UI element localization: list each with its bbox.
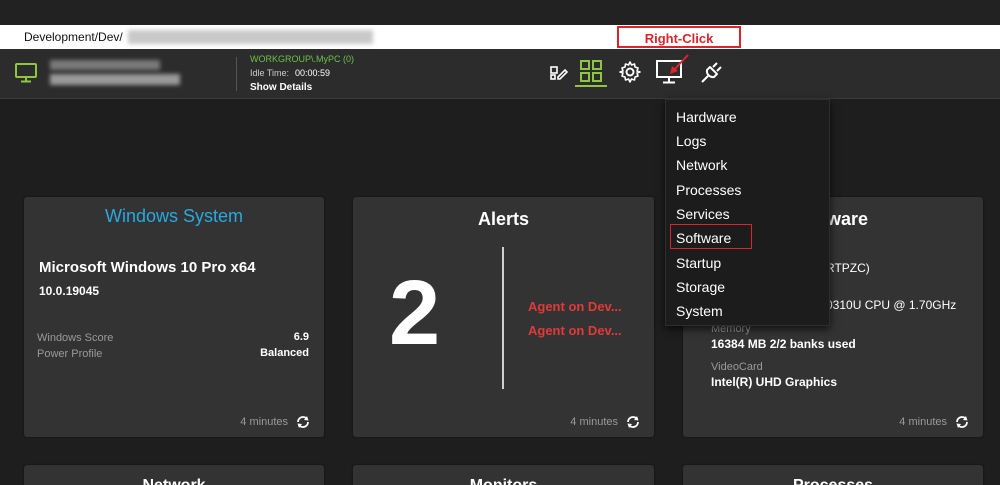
os-version: 10.0.19045 (39, 284, 100, 298)
videocard-label: VideoCard (711, 361, 763, 373)
processes-card: Processes (683, 465, 983, 485)
breadcrumb: Development/Dev/ (0, 25, 1000, 49)
hardware-cpu: 0310U CPU @ 1.70GHz (826, 298, 957, 312)
alerts-card: Alerts 2 Agent on Dev... Agent on Dev...… (353, 197, 654, 437)
alert-count: 2 (389, 262, 441, 364)
last-updated: 4 minutes (240, 416, 288, 428)
card-title: Processes (683, 477, 983, 485)
settings-button[interactable] (614, 57, 646, 87)
hardware-model: RTPZC) (826, 261, 870, 275)
breadcrumb-path: Development/Dev/ (24, 30, 123, 44)
header-divider (236, 57, 237, 91)
idle-time-value: 00:00:59 (295, 68, 331, 78)
power-profile-label: Power Profile (37, 348, 103, 360)
windows-system-card: Windows System Microsoft Windows 10 Pro … (24, 197, 324, 437)
menu-item-startup[interactable]: Startup (676, 255, 721, 271)
alert-item[interactable]: Agent on Dev... (528, 323, 622, 338)
edit-button[interactable] (543, 57, 575, 87)
card-title: Network (24, 477, 324, 485)
show-details-link[interactable]: Show Details (250, 82, 312, 93)
right-click-annotation: Right-Click (617, 26, 741, 48)
os-name: Microsoft Windows 10 Pro x64 (39, 259, 256, 276)
window-top-strip (0, 0, 1000, 25)
menu-item-logs[interactable]: Logs (676, 133, 706, 149)
menu-item-network[interactable]: Network (676, 157, 727, 173)
dashboard-grid-icon (580, 60, 602, 82)
redacted-device-name (50, 74, 180, 85)
annotation-arrow-icon (670, 54, 689, 74)
gear-icon (619, 61, 641, 83)
card-title: Monitors (353, 477, 654, 485)
edit-icon (550, 66, 569, 80)
last-updated: 4 minutes (899, 416, 947, 428)
monitors-card: Monitors (353, 465, 654, 485)
menu-item-system[interactable]: System (676, 303, 723, 319)
alert-divider (502, 247, 504, 389)
videocard-value: Intel(R) UHD Graphics (711, 375, 838, 389)
last-updated: 4 minutes (570, 416, 618, 428)
connect-button[interactable] (696, 57, 728, 87)
power-profile-value: Balanced (260, 347, 309, 359)
context-menu: Hardware Logs Network Processes Services… (665, 99, 830, 326)
menu-item-services[interactable]: Services (676, 206, 730, 222)
redacted-hostname (128, 30, 373, 44)
refresh-icon[interactable] (296, 415, 310, 429)
card-title: Alerts (477, 209, 530, 229)
refresh-icon[interactable] (626, 415, 640, 429)
refresh-icon[interactable] (955, 415, 969, 429)
menu-item-software[interactable]: Software (676, 230, 731, 246)
card-title: Windows System (104, 206, 244, 226)
memory-value: 16384 MB 2/2 banks used (711, 337, 856, 351)
menu-item-hardware[interactable]: Hardware (676, 109, 737, 125)
menu-item-processes[interactable]: Processes (676, 182, 741, 198)
menu-item-storage[interactable]: Storage (676, 279, 725, 295)
right-click-label: Right-Click (644, 31, 714, 46)
windows-score-label: Windows Score (37, 332, 114, 344)
workgroup-label: WORKGROUP\.MyPC (0) (250, 54, 355, 64)
network-card: Network (24, 465, 324, 485)
windows-score-value: 6.9 (293, 331, 309, 343)
plug-icon (701, 62, 722, 83)
device-header: WORKGROUP\.MyPC (0) Idle Time: 00:00:59 S… (0, 49, 1000, 99)
alert-item[interactable]: Agent on Dev... (528, 299, 622, 314)
computer-icon (15, 63, 37, 83)
idle-time-label: Idle Time: (250, 68, 290, 78)
dashboard-button[interactable] (575, 57, 607, 87)
idle-time: Idle Time: 00:00:59 (250, 68, 330, 78)
redacted-group-name (50, 60, 160, 70)
